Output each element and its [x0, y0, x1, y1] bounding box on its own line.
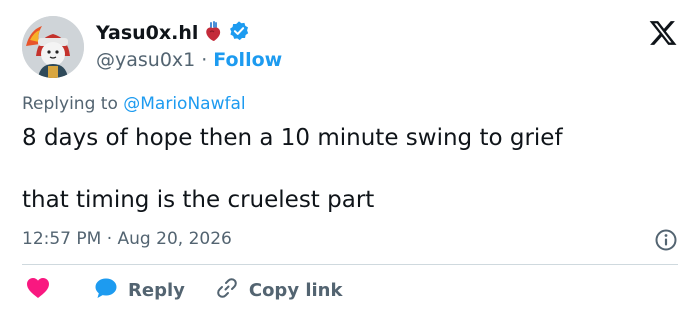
reply-button[interactable]: Reply [94, 277, 185, 304]
action-bar: Reply Copy link [22, 276, 342, 305]
author-handle[interactable]: @yasu0x1 [96, 48, 195, 72]
author-display-name[interactable]: Yasu0x.hl [96, 21, 198, 45]
heart-icon [26, 277, 50, 304]
reply-label: Reply [128, 280, 185, 301]
like-button[interactable] [26, 277, 50, 304]
info-icon[interactable] [654, 228, 678, 252]
author-handle-row: @yasu0x1 · Follow [96, 48, 282, 72]
tweet-timestamp[interactable]: 12:57 PM · Aug 20, 2026 [22, 227, 232, 251]
anatomical-heart-icon [204, 20, 222, 46]
avatar[interactable] [22, 16, 84, 78]
tweet-text-line-1: 8 days of hope then a 10 minute swing to… [22, 125, 563, 151]
copy-link-label: Copy link [248, 280, 343, 301]
link-icon [215, 276, 239, 305]
author-name-row: Yasu0x.hl [96, 20, 250, 46]
replying-to: Replying to @MarioNawfal [22, 92, 246, 116]
chat-bubble-icon [94, 277, 118, 304]
follow-button[interactable]: Follow [213, 48, 282, 72]
reply-target-link[interactable]: @MarioNawfal [123, 94, 245, 114]
separator-dot: · [201, 49, 208, 71]
verified-badge-icon [228, 20, 250, 46]
divider [22, 264, 678, 265]
x-logo-icon[interactable] [648, 18, 678, 48]
copy-link-button[interactable]: Copy link [215, 276, 343, 305]
replying-to-prefix: Replying to [22, 94, 124, 114]
tweet-text-line-2: that timing is the cruelest part [22, 187, 375, 213]
